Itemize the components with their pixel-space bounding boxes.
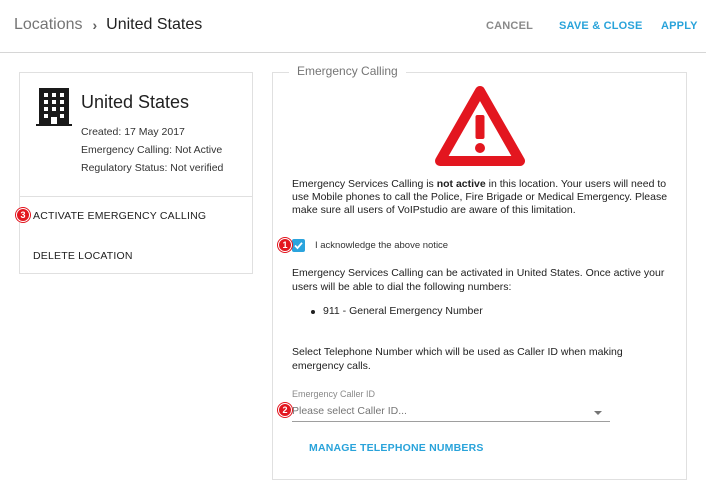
step-badge-3: 3 bbox=[16, 208, 30, 222]
step-badge-2: 2 bbox=[278, 403, 292, 417]
emergency-calling-status: Emergency Calling: Not Active bbox=[81, 144, 223, 156]
breadcrumb-locations-link[interactable]: Locations bbox=[14, 16, 83, 34]
breadcrumb-chevron-icon: › bbox=[92, 17, 98, 33]
delete-location-button[interactable]: DELETE LOCATION bbox=[33, 250, 133, 262]
warning-triangle-icon bbox=[435, 85, 525, 172]
top-bar: Locations › United States CANCEL SAVE & … bbox=[0, 0, 706, 53]
location-summary-card: United States Created: 17 May 2017 Emerg… bbox=[19, 72, 253, 274]
activation-info: Emergency Services Calling can be activa… bbox=[292, 267, 665, 293]
save-close-button[interactable]: SAVE & CLOSE bbox=[559, 20, 643, 32]
warning-text-bold: not active bbox=[436, 178, 486, 190]
list-item: 911 - General Emergency Number bbox=[311, 305, 483, 317]
manage-telephone-numbers-button[interactable]: MANAGE TELEPHONE NUMBERS bbox=[309, 442, 484, 454]
panel-legend: Emergency Calling bbox=[289, 64, 406, 78]
created-date: Created: 17 May 2017 bbox=[81, 126, 185, 138]
dropdown-arrow-icon bbox=[594, 411, 602, 415]
apply-button[interactable]: APPLY bbox=[661, 20, 698, 32]
breadcrumb: Locations › United States bbox=[14, 16, 202, 34]
emergency-number: 911 - General Emergency Number bbox=[323, 305, 483, 317]
caller-id-label: Emergency Caller ID bbox=[292, 389, 376, 399]
building-icon bbox=[36, 88, 72, 131]
breadcrumb-current: United States bbox=[106, 16, 203, 33]
regulatory-status: Regulatory Status: Not verified bbox=[81, 162, 224, 174]
caller-id-placeholder: Please select Caller ID... bbox=[292, 405, 407, 417]
warning-notice: Emergency Services Calling is not active… bbox=[292, 178, 672, 218]
bullet-icon bbox=[311, 310, 315, 314]
acknowledge-checkbox[interactable] bbox=[292, 239, 305, 252]
activate-emergency-calling-button[interactable]: ACTIVATE EMERGENCY CALLING bbox=[33, 210, 206, 222]
step-badge-1: 1 bbox=[278, 238, 292, 252]
card-divider bbox=[20, 196, 252, 197]
caller-id-info: Select Telephone Number which will be us… bbox=[292, 346, 623, 372]
location-name: United States bbox=[81, 92, 190, 112]
acknowledge-label[interactable]: I acknowledge the above notice bbox=[315, 240, 448, 251]
checkmark-icon bbox=[294, 242, 303, 250]
cancel-button[interactable]: CANCEL bbox=[486, 20, 533, 32]
warning-text-prefix: Emergency Services Calling is bbox=[292, 178, 437, 190]
caller-id-select[interactable]: Please select Caller ID... bbox=[292, 404, 610, 422]
